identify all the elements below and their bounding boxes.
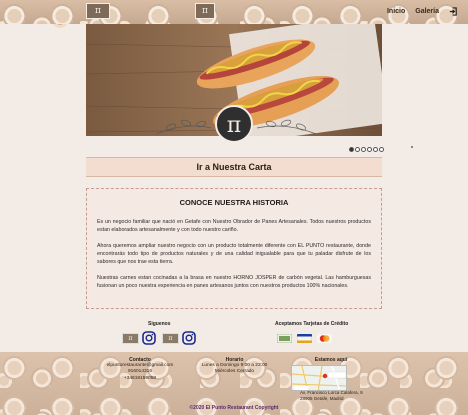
contact-phone[interactable]: +34619159058 [100, 376, 180, 382]
nav-galeria[interactable]: Galería [415, 8, 439, 15]
brand-logo[interactable]: π [162, 332, 179, 344]
carousel-dot[interactable] [367, 147, 372, 152]
location-title: Estamos aquí [314, 357, 348, 363]
hours-line: Miércoles Cerrado [214, 369, 255, 375]
history-paragraph: Es un negocio familiar que nació en Geta… [97, 219, 371, 233]
address-line: 28905 Getafe, Madrid [300, 395, 344, 401]
visa-card-icon [297, 334, 312, 343]
carousel-dot[interactable] [379, 147, 384, 152]
brand-logo[interactable]: π [122, 332, 139, 344]
location-map[interactable] [291, 365, 347, 391]
history-paragraph: Nuestras carnes estan cocinadas a la bra… [97, 275, 371, 289]
hours-column: Horario Lunes a Domingo 9:00 a 23:00 Mié… [197, 357, 272, 376]
address-block: Av. Francisco Lorca Calafera, 9 28905 Ge… [300, 390, 363, 401]
copyright-text: ©2020 El Punto Restaurant Copyright [189, 405, 279, 411]
payment-cards [277, 334, 332, 343]
header-bar: π π Inicio Galería [0, 0, 468, 24]
social-title: Siguenos [148, 321, 171, 327]
carousel-dot[interactable] [349, 147, 354, 152]
history-paragraph: Ahora queremos ampliar nuestro negocio c… [97, 243, 371, 265]
menu-link-button[interactable]: Ir a Nuestra Carta [86, 157, 382, 177]
map-image [292, 366, 346, 390]
generic-card-icon [277, 334, 292, 343]
carousel-indicators [349, 147, 384, 152]
instagram-icon[interactable] [182, 331, 196, 345]
history-title: CONOCE NUESTRA HISTORIA [179, 198, 289, 207]
site-logo[interactable]: π [86, 3, 110, 19]
hero-carousel[interactable]: π [86, 24, 382, 146]
history-section: CONOCE NUESTRA HISTORIA Es un negocio fa… [86, 188, 382, 309]
pi-logo-icon: π [227, 113, 241, 138]
instagram-icon[interactable] [142, 331, 156, 345]
contact-column: Contacto elpuntorestaurante@gmail.com 91… [100, 357, 180, 382]
hero-image: π [86, 24, 382, 146]
location-column: Estamos aquí [296, 357, 366, 363]
main-nav: Inicio Galería [387, 7, 458, 16]
carousel-dot[interactable] [355, 147, 360, 152]
address-line: Av. Francisco Lorca Calafera, 9 [300, 390, 363, 395]
mastercard-icon [317, 334, 332, 343]
nav-inicio[interactable]: Inicio [387, 8, 405, 15]
login-icon[interactable] [449, 7, 458, 16]
brand-badge: π [195, 3, 215, 19]
social-links: π π [122, 331, 196, 345]
footer: Contacto elpuntorestaurante@gmail.com 91… [0, 352, 468, 415]
carousel-dot[interactable] [361, 147, 366, 152]
decorative-dot [411, 146, 413, 148]
cards-title: Aceptamos Tarjetas de Crédito [275, 321, 349, 327]
carousel-dot[interactable] [373, 147, 378, 152]
